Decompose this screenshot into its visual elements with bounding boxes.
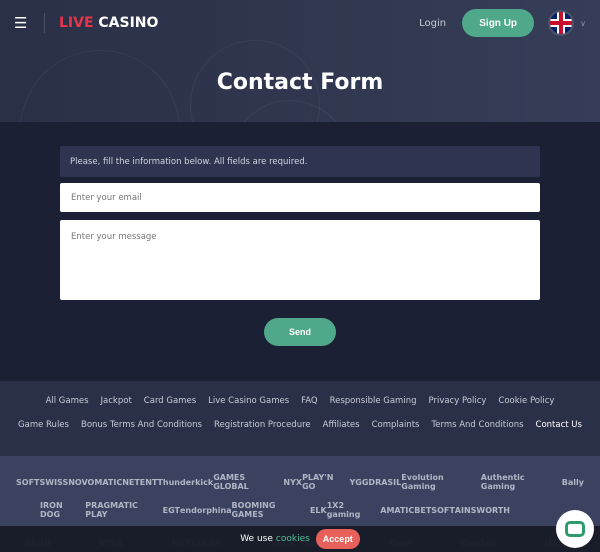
provider-logo: AINSWORTH — [454, 505, 510, 515]
footer-link[interactable]: Responsible Gaming — [330, 396, 417, 406]
provider-logo: NETENT — [122, 477, 158, 487]
form-info: Please, fill the information below. All … — [60, 146, 540, 177]
provider-logo: BETSOFT — [414, 505, 455, 515]
logo[interactable]: LIVE CASINO — [59, 15, 158, 31]
logo-casino: CASINO — [93, 15, 159, 31]
footer-link[interactable]: FAQ — [301, 396, 317, 406]
uk-flag-icon[interactable] — [548, 10, 575, 36]
provider-logo: EGT — [162, 505, 180, 515]
footer-link[interactable]: Game Rules — [18, 420, 69, 430]
logo-live: LIVE — [59, 15, 94, 31]
provider-logo: PRAGMATIC PLAY — [85, 501, 138, 519]
footer-links: All Games Jackpot Card Games Live Casino Ga… — [0, 381, 600, 456]
email-field[interactable] — [60, 183, 540, 212]
contact-form: Please, fill the information below. All … — [0, 122, 600, 346]
message-field[interactable] — [60, 220, 540, 300]
provider-logo: Evolution Gaming — [401, 473, 444, 491]
chevron-down-icon[interactable]: ∨ — [580, 19, 586, 28]
provider-logo: endorphina — [180, 505, 232, 515]
provider-logo: AMATIC — [380, 505, 415, 515]
provider-logo: GAMES GLOBAL — [213, 473, 249, 491]
provider-logo: PLAY'N GO — [302, 473, 334, 491]
footer-link[interactable]: Cookie Policy — [498, 396, 554, 406]
signup-button[interactable]: Sign Up — [462, 9, 535, 37]
send-button[interactable]: Send — [264, 318, 336, 346]
hamburger-icon[interactable]: ☰ — [14, 14, 34, 32]
provider-logo: YGGDRASIL — [349, 477, 402, 487]
cookie-banner: We use cookies Accept — [0, 526, 600, 552]
provider-logo: NYX — [283, 477, 303, 487]
provider-logo: ELK — [309, 505, 327, 515]
provider-logo: 1X2 gaming — [326, 501, 361, 519]
provider-logo: NOVOMATIC — [68, 477, 123, 487]
cookie-text: We use — [240, 534, 273, 544]
footer-link[interactable]: Jackpot — [101, 396, 132, 406]
footer-link[interactable]: Registration Procedure — [214, 420, 311, 430]
footer-link[interactable]: Live Casino Games — [208, 396, 289, 406]
footer-link[interactable]: Affiliates — [323, 420, 360, 430]
footer-link[interactable]: Bonus Terms And Conditions — [81, 420, 202, 430]
footer-link[interactable]: Privacy Policy — [428, 396, 486, 406]
accept-button[interactable]: Accept — [315, 529, 360, 549]
footer-link[interactable]: Contact Us — [536, 420, 582, 430]
footer-link[interactable]: Card Games — [144, 396, 196, 406]
chat-button[interactable] — [556, 510, 594, 548]
provider-logo: Bally — [561, 477, 584, 487]
provider-logo: SOFTSWISS — [16, 477, 69, 487]
provider-logo: IRON DOG — [40, 501, 63, 519]
provider-logo: BOOMING GAMES — [231, 501, 276, 519]
provider-logo: Authentic Gaming — [480, 473, 525, 491]
chat-icon — [565, 521, 585, 537]
footer-link[interactable]: Complaints — [372, 420, 420, 430]
provider-logo: Thunderkick — [157, 477, 214, 487]
page-title: Contact Form — [216, 70, 384, 95]
footer-link[interactable]: Terms And Conditions — [432, 420, 524, 430]
hero: ☰ LIVE CASINO Login Sign Up ∨ Contact Fo… — [0, 0, 600, 122]
navbar: ☰ LIVE CASINO Login Sign Up ∨ — [0, 0, 600, 46]
footer-link[interactable]: All Games — [46, 396, 89, 406]
divider — [44, 13, 45, 33]
cookies-link[interactable]: cookies — [276, 534, 310, 544]
login-link[interactable]: Login — [419, 18, 446, 29]
